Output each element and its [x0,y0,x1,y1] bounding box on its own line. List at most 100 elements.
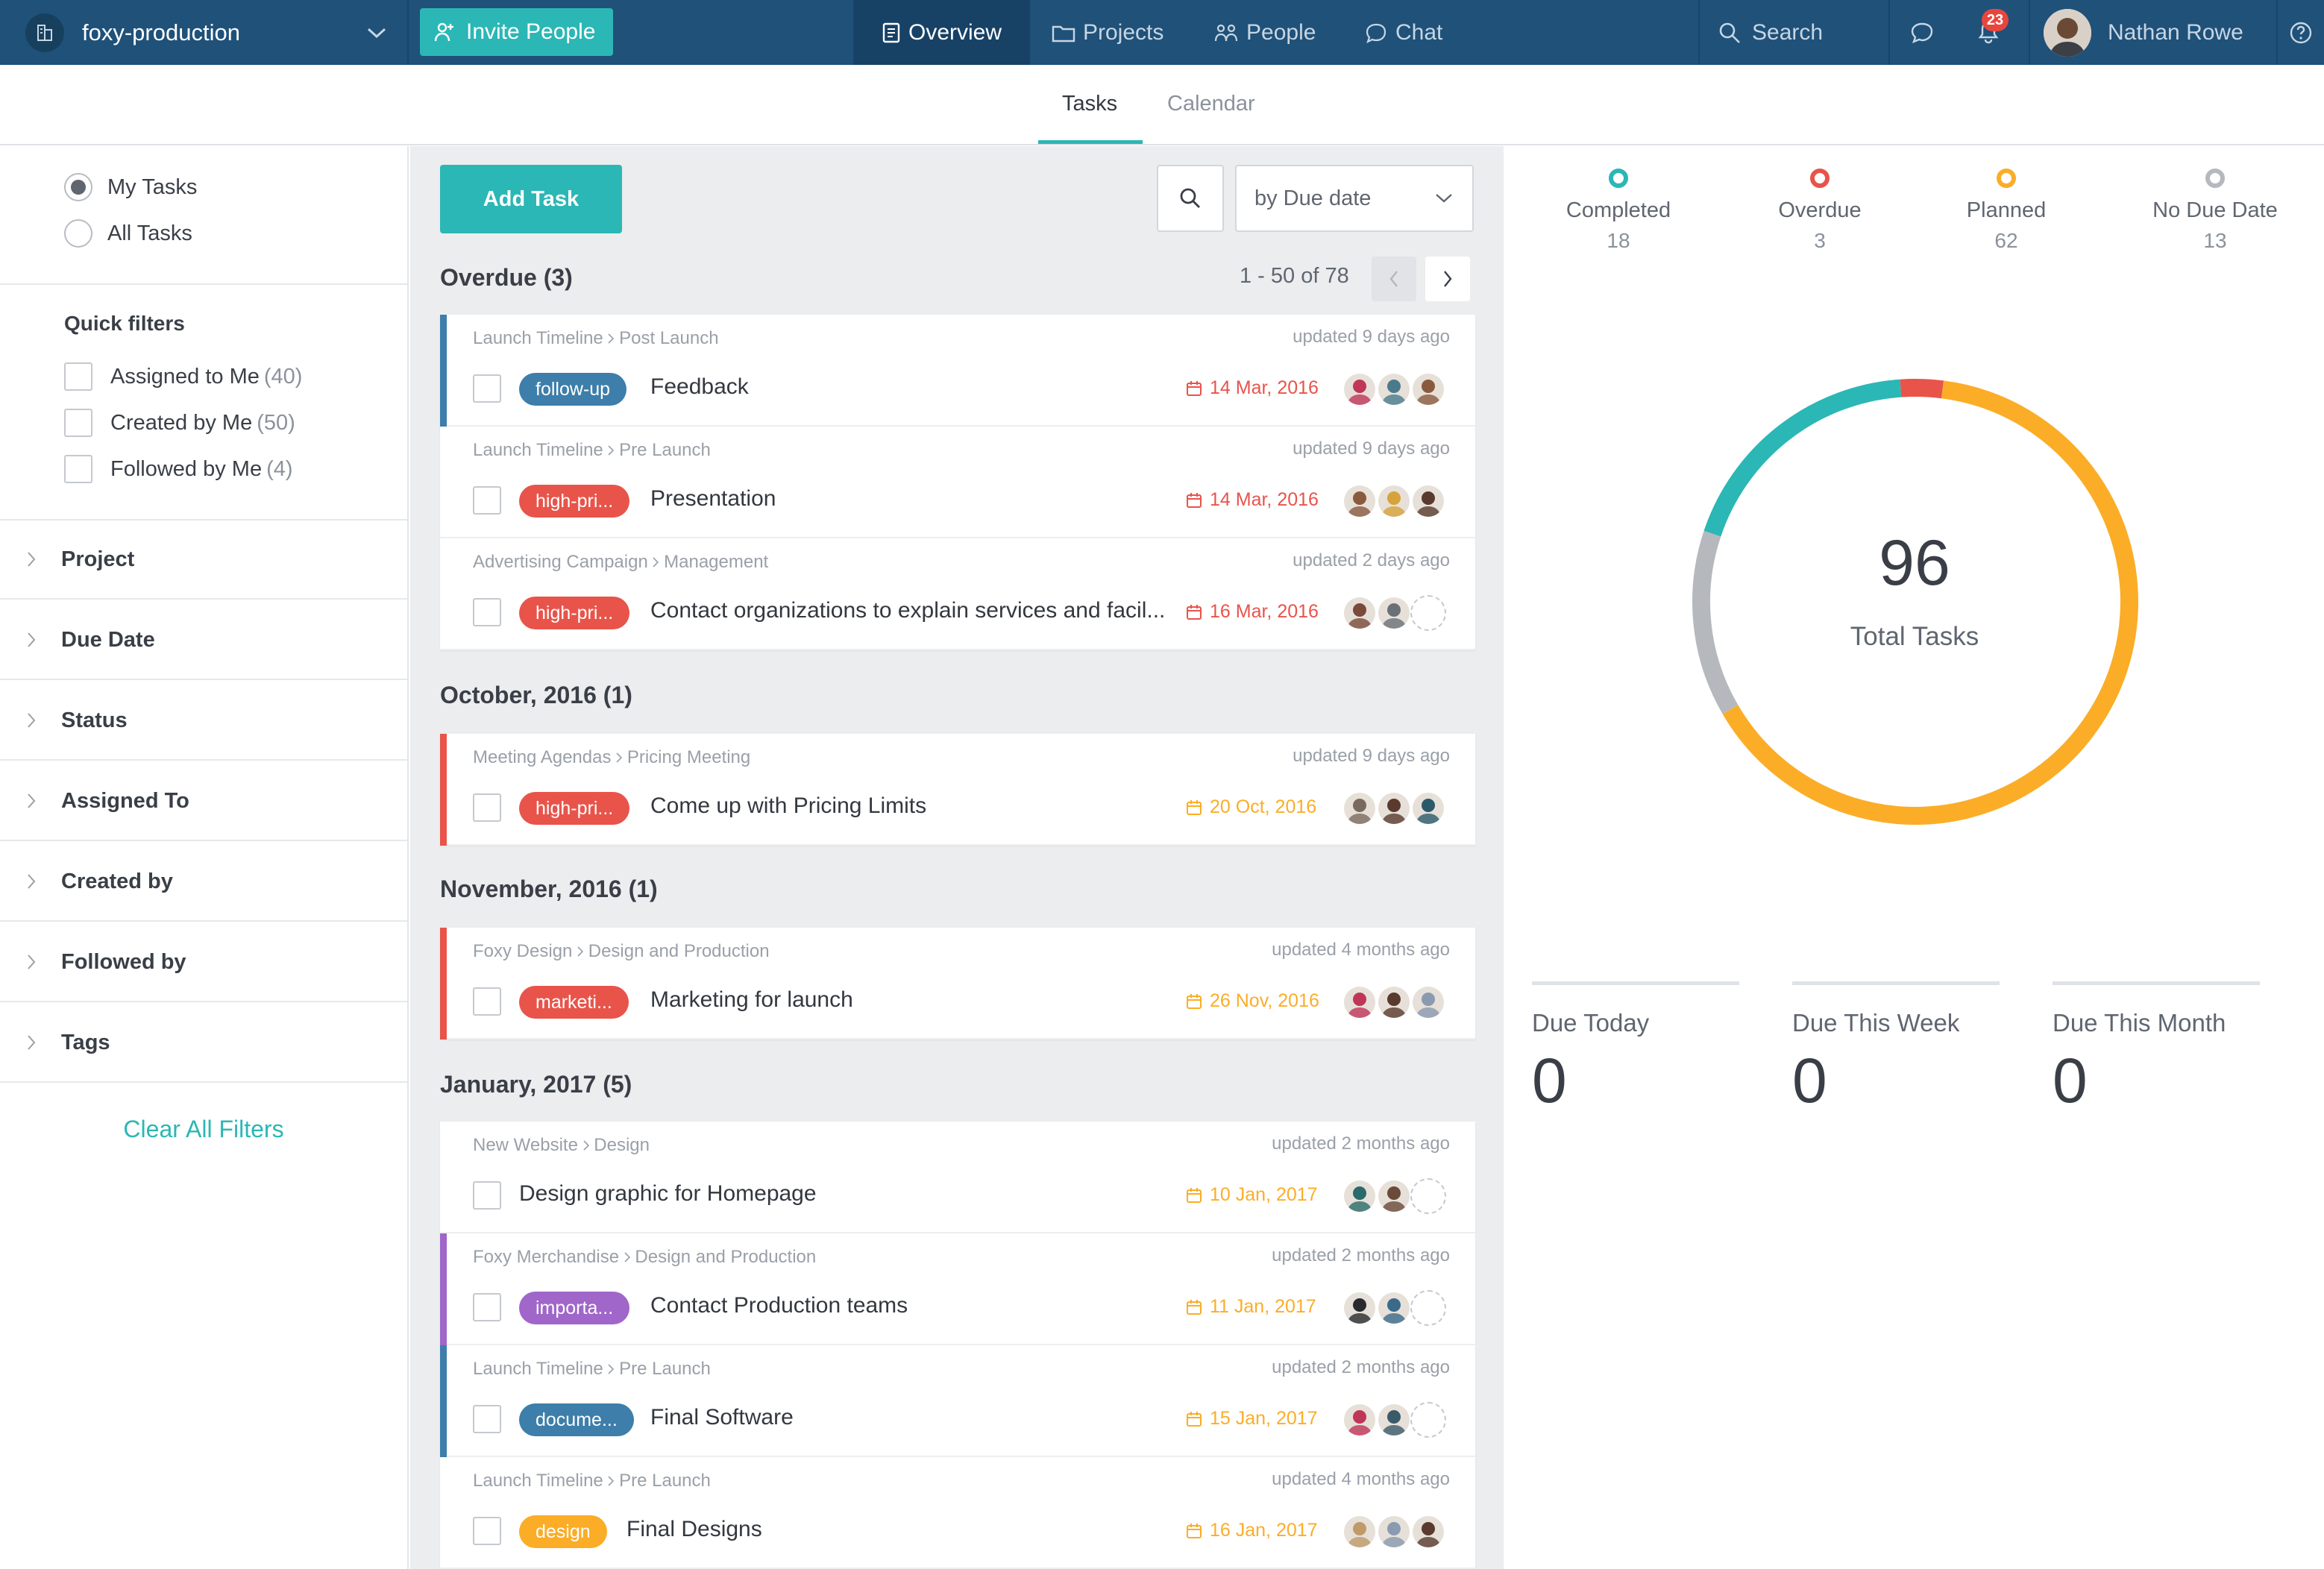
filter-created-by-me[interactable]: Created by Me (50) [64,409,295,437]
assignee-avatar[interactable] [1342,790,1378,826]
filter-group-due-date[interactable]: Due Date [0,601,407,680]
nav-projects[interactable]: Projects [1052,0,1163,65]
task-checkbox[interactable] [473,598,501,626]
task-assignees[interactable] [1342,368,1454,410]
add-task-button[interactable]: Add Task [440,165,622,233]
nav-people[interactable]: People [1213,0,1316,65]
filter-group-followed-by[interactable]: Followed by [0,923,407,1002]
task-checkbox[interactable] [473,793,501,822]
task-breadcrumb[interactable]: Launch Timeline Pre Launch [473,1471,711,1491]
task-title[interactable]: Design graphic for Homepage [519,1181,817,1207]
task-tag[interactable]: marketi... [519,986,629,1019]
assignee-avatar[interactable] [1376,1402,1412,1438]
prev-page-button[interactable] [1372,257,1416,301]
task-checkbox[interactable] [473,486,501,515]
task-breadcrumb[interactable]: Launch Timeline Pre Launch [473,440,711,461]
workspace-switcher[interactable]: foxy-production [0,0,409,65]
assignee-avatar[interactable] [1376,371,1412,407]
filter-group-project[interactable]: Project [0,521,407,600]
assignee-avatar[interactable] [1410,371,1446,407]
task-assignees[interactable] [1342,592,1454,634]
task-tag[interactable]: design [519,1515,607,1548]
task-row[interactable]: New Website Design updated 2 months ago De… [440,1122,1475,1233]
task-title[interactable]: Marketing for launch [650,987,853,1013]
task-breadcrumb[interactable]: New Website Design [473,1135,650,1156]
filter-followed-by-me[interactable]: Followed by Me (4) [64,455,293,483]
add-assignee-placeholder[interactable] [1410,1178,1446,1214]
next-page-button[interactable] [1425,257,1470,301]
assignee-avatar[interactable] [1342,984,1378,1020]
checkbox[interactable] [64,409,92,437]
filter-assigned-to-me[interactable]: Assigned to Me (40) [64,362,302,391]
assignee-avatar[interactable] [1376,984,1412,1020]
task-tag[interactable]: high-pri... [519,792,630,825]
task-checkbox[interactable] [473,1293,501,1321]
task-tag[interactable]: follow-up [519,373,627,406]
task-title[interactable]: Come up with Pricing Limits [650,793,926,819]
task-breadcrumb[interactable]: Advertising Campaign Management [473,552,768,573]
assignee-avatar[interactable] [1410,984,1446,1020]
assignee-avatar[interactable] [1342,595,1378,631]
assignee-avatar[interactable] [1376,1290,1412,1326]
add-assignee-placeholder[interactable] [1410,595,1446,631]
assignee-avatar[interactable] [1342,1290,1378,1326]
task-assignees[interactable] [1342,1175,1454,1217]
add-assignee-placeholder[interactable] [1410,1402,1446,1438]
task-assignees[interactable] [1342,1399,1454,1441]
task-assignees[interactable] [1342,981,1454,1023]
clear-all-filters-link[interactable]: Clear All Filters [0,1116,407,1143]
assignee-avatar[interactable] [1342,371,1378,407]
assignee-avatar[interactable] [1376,1178,1412,1214]
user-menu[interactable]: Nathan Rowe [2029,0,2275,65]
checkbox[interactable] [64,455,92,483]
assignee-avatar[interactable] [1342,1514,1378,1550]
task-breadcrumb[interactable]: Foxy Design Design and Production [473,941,770,962]
task-checkbox[interactable] [473,1517,501,1545]
radio-all-tasks[interactable]: All Tasks [64,219,192,248]
task-title[interactable]: Contact Production teams [650,1293,908,1318]
task-title[interactable]: Final Designs [626,1517,762,1542]
invite-people-button[interactable]: Invite People [420,8,613,56]
assignee-avatar[interactable] [1342,1402,1378,1438]
tab-tasks[interactable]: Tasks [1062,92,1117,116]
task-checkbox[interactable] [473,1405,501,1433]
filter-group-created-by[interactable]: Created by [0,843,407,922]
task-title[interactable]: Feedback [650,374,749,400]
task-checkbox[interactable] [473,374,501,403]
task-row[interactable]: Meeting Agendas Pricing Meeting updated 9… [440,734,1475,846]
task-tag[interactable]: importa... [519,1292,630,1324]
task-assignees[interactable] [1342,787,1454,829]
assignee-avatar[interactable] [1410,483,1446,519]
messages-button[interactable] [1909,21,1935,48]
assignee-avatar[interactable] [1342,1178,1378,1214]
assignee-avatar[interactable] [1342,483,1378,519]
task-breadcrumb[interactable]: Foxy Merchandise Design and Production [473,1247,816,1268]
task-tag[interactable]: high-pri... [519,597,630,629]
task-checkbox[interactable] [473,1181,501,1210]
assignee-avatar[interactable] [1376,790,1412,826]
task-tag[interactable]: high-pri... [519,485,630,518]
task-title[interactable]: Final Software [650,1405,794,1430]
task-tag[interactable]: docume... [519,1403,634,1436]
sort-select[interactable]: by Due date [1235,165,1474,232]
assignee-avatar[interactable] [1376,483,1412,519]
task-row[interactable]: Advertising Campaign Management updated 2… [440,538,1475,650]
task-row[interactable]: Foxy Design Design and Production updated… [440,928,1475,1040]
checkbox[interactable] [64,362,92,391]
add-assignee-placeholder[interactable] [1410,1290,1446,1326]
task-breadcrumb[interactable]: Launch Timeline Pre Launch [473,1359,711,1380]
task-row[interactable]: Foxy Merchandise Design and Production up… [440,1233,1475,1345]
filter-group-tags[interactable]: Tags [0,1004,407,1083]
task-assignees[interactable] [1342,1287,1454,1329]
filter-group-status[interactable]: Status [0,682,407,761]
task-row[interactable]: Launch Timeline Pre Launch updated 9 days… [440,427,1475,538]
task-breadcrumb[interactable]: Launch Timeline Post Launch [473,328,719,349]
assignee-avatar[interactable] [1410,790,1446,826]
task-assignees[interactable] [1342,480,1454,522]
radio-my-tasks[interactable]: My Tasks [64,173,197,201]
assignee-avatar[interactable] [1376,595,1412,631]
help-button[interactable] [2276,0,2324,65]
task-checkbox[interactable] [473,987,501,1016]
global-search[interactable]: Search [1698,0,1890,65]
tab-calendar[interactable]: Calendar [1167,92,1255,116]
